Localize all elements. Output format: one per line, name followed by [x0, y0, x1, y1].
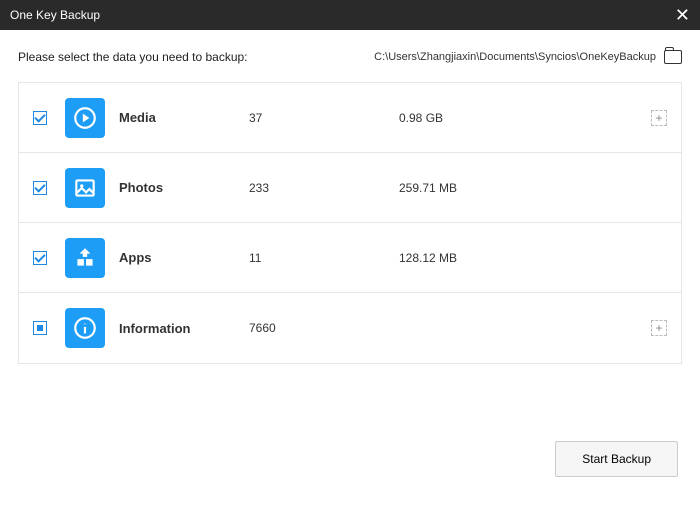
label-apps: Apps — [119, 250, 249, 265]
list-item-photos: Photos 233 259.71 MB — [19, 153, 681, 223]
count-media: 37 — [249, 111, 399, 125]
close-icon[interactable]: ✕ — [675, 6, 690, 24]
size-photos: 259.71 MB — [399, 181, 457, 195]
instructions-text: Please select the data you need to backu… — [18, 50, 248, 64]
label-media: Media — [119, 110, 249, 125]
expand-icon[interactable]: + — [651, 320, 667, 336]
backup-list: Media 37 0.98 GB + Photos 233 259.71 MB — [18, 82, 682, 364]
folder-icon[interactable] — [664, 50, 682, 64]
list-item-apps: Apps 11 128.12 MB — [19, 223, 681, 293]
count-photos: 233 — [249, 181, 399, 195]
footer: Start Backup — [555, 441, 678, 477]
expand-icon[interactable]: + — [651, 110, 667, 126]
checkbox-photos[interactable] — [33, 181, 47, 195]
size-apps: 128.12 MB — [399, 251, 457, 265]
media-icon — [65, 98, 105, 138]
information-icon — [65, 308, 105, 348]
path-row: C:\Users\Zhangjiaxin\Documents\Syncios\O… — [374, 50, 682, 64]
window-title: One Key Backup — [10, 8, 100, 22]
backup-path: C:\Users\Zhangjiaxin\Documents\Syncios\O… — [374, 51, 656, 63]
header-row: Please select the data you need to backu… — [18, 50, 682, 64]
titlebar: One Key Backup ✕ — [0, 0, 700, 30]
count-apps: 11 — [249, 251, 399, 265]
photos-icon — [65, 168, 105, 208]
checkbox-media[interactable] — [33, 111, 47, 125]
list-item-information: Information 7660 + — [19, 293, 681, 363]
label-information: Information — [119, 321, 249, 336]
label-photos: Photos — [119, 180, 249, 195]
apps-icon — [65, 238, 105, 278]
list-item-media: Media 37 0.98 GB + — [19, 83, 681, 153]
start-backup-button[interactable]: Start Backup — [555, 441, 678, 477]
checkbox-apps[interactable] — [33, 251, 47, 265]
size-media: 0.98 GB — [399, 111, 443, 125]
checkbox-information[interactable] — [33, 321, 47, 335]
count-information: 7660 — [249, 321, 399, 335]
